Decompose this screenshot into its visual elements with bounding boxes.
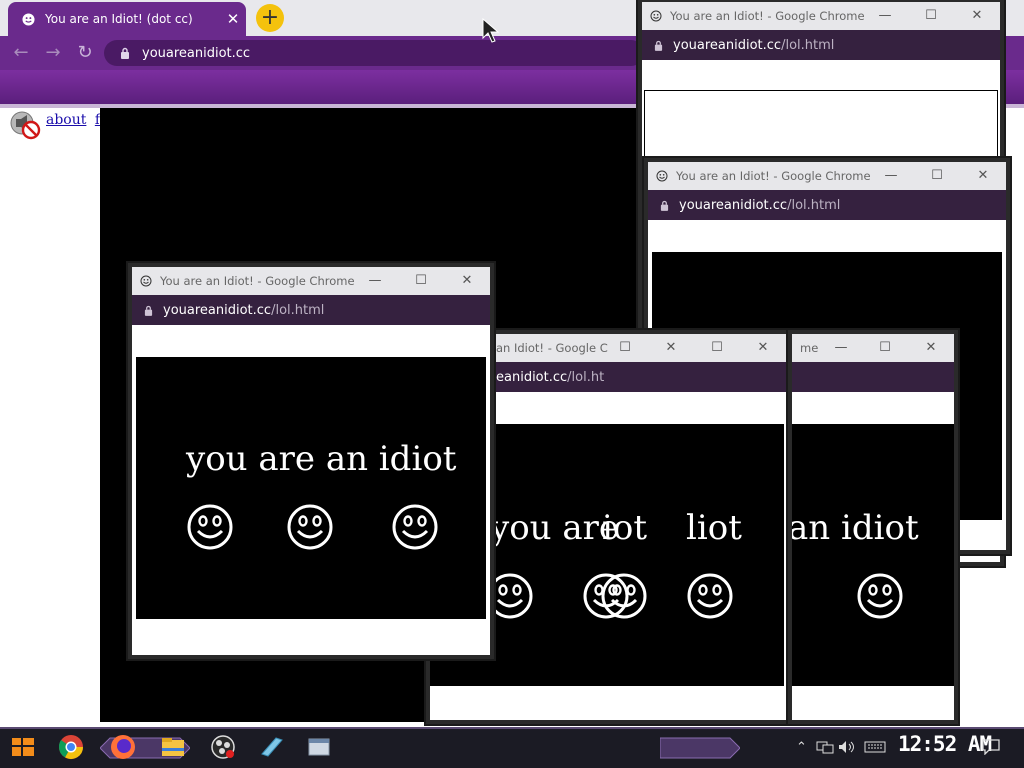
start-icon[interactable]	[8, 732, 38, 762]
maximize-button[interactable]: ☐	[602, 334, 648, 362]
maximize-button[interactable]: ☐	[862, 334, 908, 362]
popup-title-bar: me — ☐ ✕	[792, 334, 954, 362]
close-button[interactable]: ✕	[740, 334, 786, 362]
about-link[interactable]: about	[46, 112, 86, 128]
smiley-face-icon	[687, 573, 733, 619]
popup-url-path: /lol.html	[781, 37, 835, 53]
window-icon[interactable]	[304, 732, 334, 762]
idiot-text: you are an idiot	[186, 439, 457, 479]
muted-speaker-icon[interactable]	[8, 110, 42, 140]
popup-address-bar: youareanidiot.cc/lol.html	[132, 295, 490, 325]
address-url: youareanidiot.cc	[142, 45, 251, 61]
smiley-face-icon	[392, 504, 438, 550]
lock-icon	[121, 47, 129, 59]
popup-address-bar: youareanidiot.cc/lol.html	[648, 190, 1006, 220]
lock-icon	[654, 40, 663, 51]
maximize-button[interactable]: ☐	[694, 334, 740, 362]
popup-window-3[interactable]: You are an Idiot! - Google Chrome — ☐ ✕ …	[132, 267, 490, 655]
obs-icon[interactable]	[208, 732, 238, 762]
smiley-favicon-icon	[650, 10, 662, 22]
smiley-favicon-icon	[656, 170, 668, 182]
taskbar-accent-shape	[660, 737, 740, 759]
popup-address-bar: youareanidiot.cc/lol.html	[642, 30, 1000, 60]
tab-you-are-an-idiot[interactable]: You are an Idiot! (dot cc) ✕	[8, 2, 246, 36]
keyboard-icon[interactable]	[864, 741, 886, 753]
popup-title: You are an Idiot! - Google Chrome	[670, 9, 865, 23]
popup-url-path: /lol.html	[787, 197, 841, 213]
maximize-button[interactable]: ☐	[914, 162, 960, 190]
tray-chevron-icon[interactable]: ⌃	[796, 740, 807, 755]
idiot-text: you are	[490, 508, 620, 548]
chrome-icon[interactable]	[56, 732, 86, 762]
minimize-button[interactable]: —	[862, 2, 908, 30]
minimize-button[interactable]: —	[868, 162, 914, 190]
smiley-face-icon	[287, 504, 333, 550]
minimize-button[interactable]: —	[818, 334, 864, 362]
popup-flash-stage: an idiot	[792, 424, 954, 686]
notepad-icon[interactable]	[256, 732, 286, 762]
smiley-favicon-icon	[140, 275, 152, 287]
idiot-text: iot	[602, 508, 648, 548]
taskbar-accent-line	[0, 727, 1024, 729]
close-button[interactable]: ✕	[960, 162, 1006, 190]
reload-button[interactable]: ↻	[70, 36, 100, 70]
close-button[interactable]: ✕	[444, 267, 490, 295]
popup-title: an Idiot! - Google C	[496, 341, 608, 355]
address-bar[interactable]: youareanidiot.cc	[104, 40, 644, 66]
popup-title-bar: You are an Idiot! - Google Chrome — ☐ ✕	[648, 162, 1006, 190]
smiley-face-icon	[601, 573, 647, 619]
new-tab-button[interactable]: +	[256, 4, 284, 32]
popup-url-path: /lol.ht	[567, 369, 605, 385]
popup-address-bar	[792, 362, 954, 392]
maximize-button[interactable]: ☐	[908, 2, 954, 30]
volume-icon[interactable]	[838, 740, 856, 754]
smiley-face-icon	[857, 573, 903, 619]
lock-icon	[144, 305, 153, 316]
popup-url-host: eanidiot.cc	[496, 369, 568, 385]
lock-icon	[660, 200, 669, 211]
taskbar-clock[interactable]: 12:52 AM	[898, 732, 992, 756]
tab-close-button[interactable]: ✕	[220, 10, 246, 28]
popup-url-host: youareanidiot.cc	[679, 197, 788, 213]
smiley-face-icon	[487, 573, 533, 619]
smiley-favicon-icon	[22, 12, 35, 26]
popup-url-path: /lol.html	[271, 302, 325, 318]
mouse-cursor-icon	[482, 18, 500, 43]
popup-url-host: youareanidiot.cc	[673, 37, 782, 53]
network-icon[interactable]	[816, 740, 834, 754]
popup-page-area	[644, 90, 998, 160]
close-button[interactable]: ✕	[648, 334, 694, 362]
notifications-icon[interactable]	[982, 739, 1000, 755]
popup-window-5[interactable]: me — ☐ ✕ an idiot	[792, 334, 954, 720]
back-button[interactable]: ←	[6, 36, 36, 70]
popup-title-bar: You are an Idiot! - Google Chrome — ☐ ✕	[642, 2, 1000, 30]
close-button[interactable]: ✕	[908, 334, 954, 362]
smiley-face-icon	[187, 504, 233, 550]
popup-title: You are an Idiot! - Google Chrome	[160, 274, 355, 288]
file-explorer-icon[interactable]	[158, 732, 188, 762]
close-button[interactable]: ✕	[954, 2, 1000, 30]
popup-title: me	[800, 341, 819, 355]
popup-title-bar: You are an Idiot! - Google Chrome — ☐ ✕	[132, 267, 490, 295]
minimize-button[interactable]: —	[352, 267, 398, 295]
idiot-text: liot	[686, 508, 742, 548]
popup-url-host: youareanidiot.cc	[163, 302, 272, 318]
idiot-text: an idiot	[792, 508, 919, 548]
forward-button[interactable]: →	[38, 36, 68, 70]
popup-flash-stage: you are an idiot	[136, 357, 486, 619]
popup-title: You are an Idiot! - Google Chrome	[676, 169, 871, 183]
tab-title: You are an Idiot! (dot cc)	[45, 12, 193, 26]
firefox-icon[interactable]	[108, 732, 138, 762]
maximize-button[interactable]: ☐	[398, 267, 444, 295]
